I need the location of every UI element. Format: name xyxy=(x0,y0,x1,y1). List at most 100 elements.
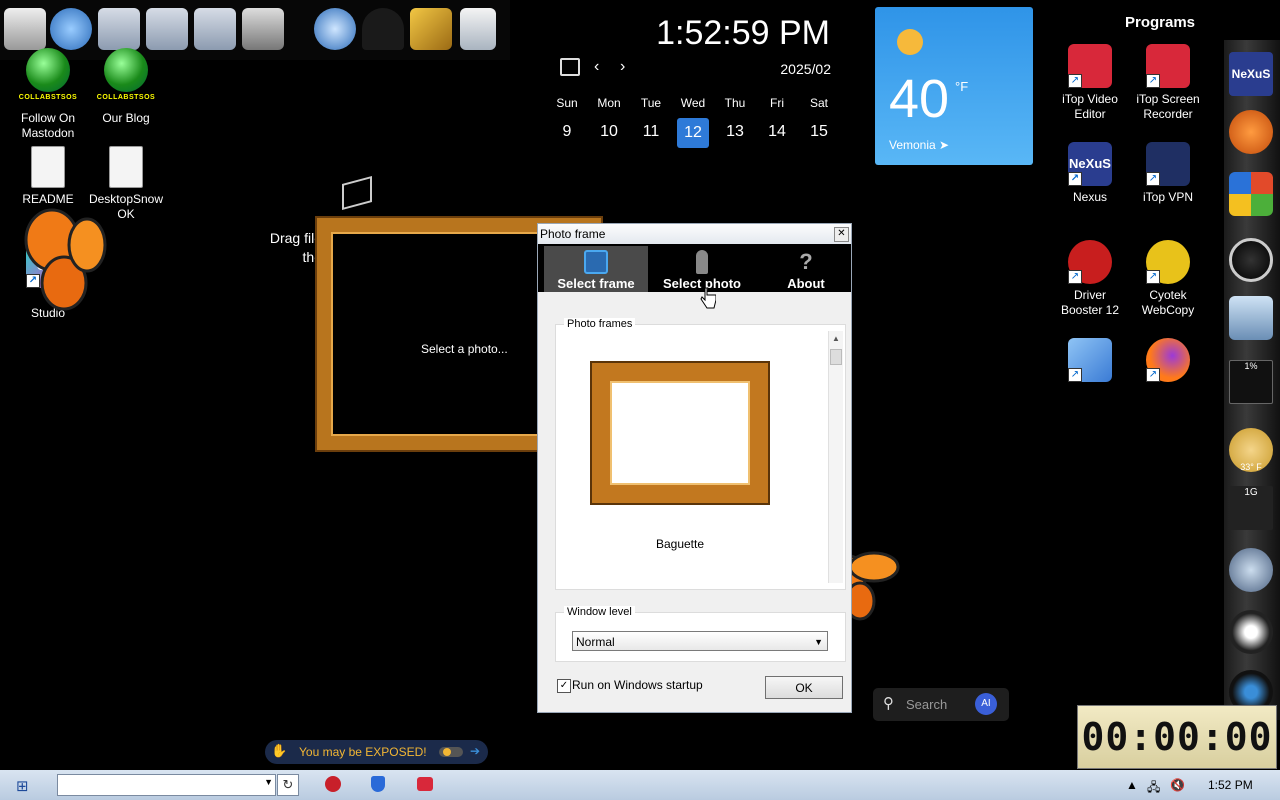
video-editor-icon: ↗ xyxy=(1068,44,1112,88)
cube-icon xyxy=(342,175,372,211)
nexus-logo-icon[interactable]: NeXuS xyxy=(1229,52,1273,96)
program-itop-vpn[interactable]: ↗ iTop VPN xyxy=(1128,142,1208,205)
pickaxe-icon[interactable] xyxy=(410,8,452,50)
program-firefox[interactable]: ↗ xyxy=(1128,338,1208,386)
frame-thumbnail-baguette[interactable] xyxy=(592,363,768,503)
scroll-up-icon[interactable]: ▲ xyxy=(832,334,840,343)
frames-scrollbar[interactable]: ▲ xyxy=(828,331,843,583)
program-label: Nexus xyxy=(1072,190,1107,204)
program-label: iTop Screen Recorder xyxy=(1136,92,1200,121)
cpu-meter[interactable]: 1% xyxy=(1229,360,1273,404)
desktop-icon-mastodon[interactable]: COLLABSTSOS Follow On Mastodon xyxy=(8,48,88,141)
clock-icon[interactable] xyxy=(1229,238,1273,282)
calendar-day[interactable]: 14 xyxy=(756,122,798,150)
program-itop-screen-recorder[interactable]: ↗ iTop Screen Recorder xyxy=(1128,44,1208,122)
shortcut-arrow-icon: ↗ xyxy=(1068,368,1082,382)
computer-icon[interactable] xyxy=(4,8,46,50)
recycle-bin-icon[interactable] xyxy=(1229,296,1273,340)
refresh-button[interactable]: ↻ xyxy=(277,774,299,796)
location-arrow-icon: ➤ xyxy=(939,138,950,152)
fingerprint-icon: ✋ xyxy=(271,743,288,758)
taskbar-app-icon[interactable] xyxy=(325,776,341,792)
tools-icon[interactable] xyxy=(242,8,284,50)
chevron-up-icon[interactable]: ▲ xyxy=(1126,778,1138,792)
taskbar-time[interactable]: 1:52 PM xyxy=(1208,778,1253,792)
calendar-day-today[interactable]: 12 xyxy=(672,118,714,150)
volume-muted-icon[interactable]: 🔇 xyxy=(1170,778,1185,792)
calendar-icon[interactable] xyxy=(560,58,580,76)
scroll-thumb[interactable] xyxy=(830,349,842,365)
weather-widget[interactable]: 40 °F Vemonia ➤ xyxy=(875,7,1033,165)
program-itop-video-editor[interactable]: ↗ iTop Video Editor xyxy=(1050,44,1130,122)
folder-icon[interactable] xyxy=(194,8,236,50)
close-button[interactable]: ✕ xyxy=(834,227,849,242)
person-icon xyxy=(696,250,708,274)
program-driver-booster[interactable]: ↗ Driver Booster 12 xyxy=(1050,240,1130,318)
ai-button[interactable]: AI xyxy=(975,693,997,715)
arrow-right-icon[interactable]: ➔ xyxy=(470,744,480,758)
globe-icon xyxy=(104,48,148,92)
desktop-icon-readme[interactable]: README xyxy=(8,146,88,207)
goldfish-icon[interactable] xyxy=(1229,110,1273,154)
search-widget[interactable]: ⚲ Search AI xyxy=(873,688,1009,721)
speaker-icon[interactable] xyxy=(1229,610,1273,654)
windows-logo-icon[interactable] xyxy=(1229,172,1273,216)
document-icon xyxy=(31,146,65,188)
program-nexus[interactable]: NeXuS ↗ Nexus xyxy=(1050,142,1130,205)
globe-icon[interactable] xyxy=(314,8,356,50)
vpn-shield-icon: ↗ xyxy=(1146,142,1190,186)
hand-cursor-icon xyxy=(700,287,716,309)
taskbar-address-input[interactable]: ▼ xyxy=(57,774,276,796)
folder-icon[interactable] xyxy=(98,8,140,50)
programs-title: Programs xyxy=(1124,14,1196,31)
photo-frame-dialog: Photo frame ✕ Select frame Select photo … xyxy=(537,223,852,713)
calendar-day[interactable]: 11 xyxy=(630,122,672,150)
calendar-day[interactable]: 13 xyxy=(714,122,756,150)
windows-start-icon[interactable]: ⊞ xyxy=(16,777,29,795)
search-icon: ⚲ xyxy=(883,695,894,712)
screen-recorder-icon[interactable] xyxy=(417,777,433,791)
sun-icon xyxy=(897,29,923,55)
vpn-shield-icon[interactable] xyxy=(371,776,385,792)
dialog-title: Photo frame xyxy=(540,227,606,241)
program-label: Driver Booster 12 xyxy=(1060,288,1120,317)
dialog-titlebar: Photo frame ✕ xyxy=(538,224,851,244)
recycle-bin-icon[interactable] xyxy=(460,8,496,50)
ok-button[interactable]: OK xyxy=(765,676,843,699)
globe-icon[interactable] xyxy=(1229,548,1273,592)
calendar-day[interactable]: 15 xyxy=(798,122,840,150)
chevron-down-icon[interactable]: ▼ xyxy=(264,777,273,787)
window-level-select[interactable]: Normal ▼ xyxy=(572,631,828,651)
group-label: Photo frames xyxy=(564,318,636,330)
weather-mini-widget[interactable]: 33° F xyxy=(1229,428,1273,472)
globe-icon[interactable] xyxy=(50,8,92,50)
startup-checkbox[interactable]: ✓ xyxy=(557,679,571,693)
weekday-label: Tue xyxy=(640,96,662,110)
chevron-right-icon[interactable]: › xyxy=(620,58,625,76)
shortcut-arrow-icon: ↗ xyxy=(1146,368,1160,382)
tab-select-photo[interactable]: Select photo xyxy=(650,246,754,292)
chevron-left-icon[interactable]: ‹ xyxy=(594,58,599,76)
network-icon[interactable]: 🖧 xyxy=(1147,778,1160,799)
search-input[interactable]: Search xyxy=(906,697,947,712)
shortcut-arrow-icon: ↗ xyxy=(1146,172,1160,186)
screen-recorder-icon: ↗ xyxy=(1146,44,1190,88)
dialog-tabs: Select frame Select photo ? About xyxy=(538,244,851,292)
person-icon[interactable] xyxy=(362,8,404,50)
weekday-label: Sat xyxy=(809,96,828,110)
memory-meter[interactable]: 1G xyxy=(1229,486,1273,530)
calendar-day[interactable]: 9 xyxy=(546,122,588,150)
exposed-banner[interactable]: ✋ You may be EXPOSED! ➔ xyxy=(265,740,488,764)
tab-select-frame[interactable]: Select frame xyxy=(544,246,648,292)
folder-icon[interactable] xyxy=(146,8,188,50)
exposed-text: You may be EXPOSED! xyxy=(299,745,427,759)
frame-name: Baguette xyxy=(655,537,705,551)
tab-about[interactable]: ? About xyxy=(754,246,858,292)
weekday-label: Mon xyxy=(597,96,621,110)
program-control-panel[interactable]: ↗ xyxy=(1050,338,1130,386)
program-cyotek-webcopy[interactable]: ↗ Cyotek WebCopy xyxy=(1128,240,1208,318)
countdown-timer[interactable]: 00:00:00 xyxy=(1077,705,1277,769)
desktop-icon-blog[interactable]: COLLABSTSOS Our Blog xyxy=(86,48,166,126)
weather-location: Vemonia ➤ xyxy=(889,138,950,152)
calendar-day[interactable]: 10 xyxy=(588,122,630,150)
